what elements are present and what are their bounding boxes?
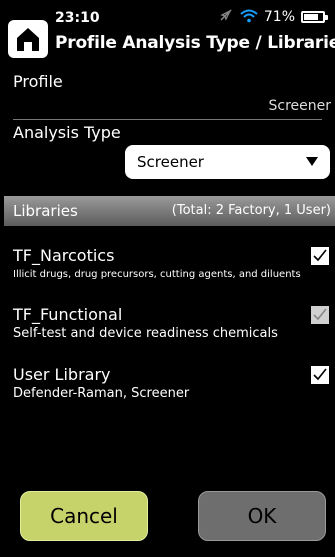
library-name: TF_Functional <box>13 305 123 324</box>
library-item-user-library[interactable]: User Library Defender-Raman, Screener <box>13 365 335 401</box>
divider <box>13 119 322 120</box>
status-bar: 71% <box>218 7 328 27</box>
home-button[interactable] <box>8 20 48 58</box>
analysis-type-dropdown[interactable]: Screener <box>125 145 330 179</box>
ok-button[interactable]: OK <box>198 491 326 541</box>
dropdown-arrow-icon <box>306 157 318 166</box>
libraries-title: Libraries <box>13 202 78 220</box>
analysis-type-label: Analysis Type <box>13 123 121 142</box>
profile-value: Screener <box>268 98 331 114</box>
library-name: TF_Narcotics <box>13 246 115 265</box>
library-description: Illicit drugs, drug precursors, cutting … <box>13 269 301 280</box>
screen: 23:10 Profile Analysis Type / Libraries … <box>0 0 335 557</box>
status-time: 23:10 <box>55 10 100 26</box>
library-item-tf-functional[interactable]: TF_Functional Self-test and device readi… <box>13 305 335 341</box>
checkmark-icon <box>313 368 327 381</box>
home-icon <box>17 28 39 51</box>
libraries-section-header: Libraries (Total: 2 Factory, 1 User) <box>4 196 335 226</box>
checkmark-icon <box>313 308 327 321</box>
library-item-tf-narcotics[interactable]: TF_Narcotics Illicit drugs, drug precurs… <box>13 246 335 280</box>
no-location-icon <box>218 7 234 27</box>
library-checkbox-disabled <box>311 306 329 324</box>
battery-icon <box>301 11 328 23</box>
profile-label: Profile <box>13 72 63 91</box>
library-checkbox[interactable] <box>311 366 329 384</box>
library-checkbox[interactable] <box>311 247 329 265</box>
library-description: Self-test and device readiness chemicals <box>13 326 278 341</box>
library-name: User Library <box>13 365 111 384</box>
analysis-type-value: Screener <box>137 153 204 171</box>
wifi-icon <box>240 8 258 27</box>
header: 23:10 Profile Analysis Type / Libraries … <box>0 0 335 60</box>
battery-percent: 71% <box>263 9 295 25</box>
cancel-button[interactable]: Cancel <box>20 491 148 541</box>
libraries-total: (Total: 2 Factory, 1 User) <box>171 203 331 218</box>
checkmark-icon <box>313 249 327 262</box>
page-title: Profile Analysis Type / Libraries <box>55 33 335 53</box>
library-description: Defender-Raman, Screener <box>13 386 190 401</box>
